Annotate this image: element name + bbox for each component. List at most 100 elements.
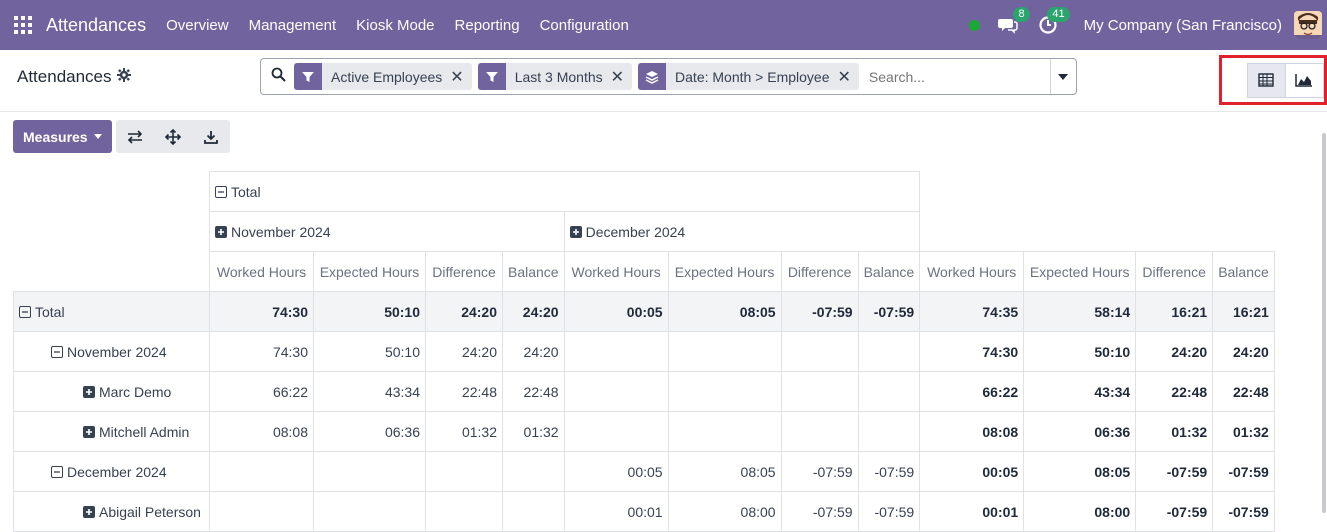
activities-clock-icon[interactable]: 41 [1036,7,1070,37]
facet-remove-close-icon[interactable]: ✕ [450,67,471,87]
pivot-cell[interactable] [857,331,921,372]
measure-header[interactable]: Difference [425,251,503,292]
pivot-cell[interactable]: 16:21 [1135,291,1214,332]
pivot-cell[interactable]: 50:10 [313,331,426,372]
pivot-cell[interactable]: 74:30 [209,291,314,332]
col-header-november-2024[interactable]: November 2024 [209,211,565,252]
pivot-cell[interactable]: 58:14 [1023,291,1137,332]
pivot-cell[interactable]: -07:59 [857,291,921,332]
pivot-cell[interactable]: 00:05 [563,291,669,332]
pivot-cell[interactable] [502,491,565,532]
pivot-cell[interactable]: 00:05 [563,451,669,492]
pivot-cell[interactable]: -07:59 [1212,451,1275,492]
pivot-cell[interactable] [667,331,782,372]
pivot-cell[interactable] [857,371,921,412]
row-header[interactable]: December 2024 [13,451,210,492]
pivot-cell[interactable]: 00:01 [563,491,669,532]
search-options-toggle[interactable] [1049,59,1076,94]
user-avatar[interactable] [1294,11,1322,39]
gear-icon[interactable] [116,67,131,87]
pivot-cell[interactable]: -07:59 [1212,491,1275,532]
measure-header[interactable]: Balance [857,251,921,292]
search-input[interactable] [868,68,1050,85]
pivot-cell[interactable]: 24:20 [1212,331,1275,372]
pivot-cell[interactable]: 43:34 [313,371,426,412]
pivot-cell[interactable]: 16:21 [1212,291,1275,332]
pivot-cell[interactable]: 06:36 [313,411,426,452]
pivot-cell[interactable] [780,371,859,412]
row-header[interactable]: Marc Demo [13,371,210,412]
pivot-cell[interactable] [313,491,426,532]
measure-header[interactable]: Expected Hours [667,251,782,292]
pivot-cell[interactable]: 00:01 [919,491,1025,532]
pivot-cell[interactable]: 08:08 [919,411,1025,452]
measure-header[interactable]: Worked Hours [563,251,669,292]
app-name[interactable]: Attendances [46,15,146,36]
pivot-cell[interactable]: 66:22 [919,371,1025,412]
measure-header[interactable]: Difference [780,251,859,292]
row-header[interactable]: Abigail Peterson [13,491,210,532]
pivot-cell[interactable]: 01:32 [502,411,565,452]
measure-header[interactable]: Expected Hours [1023,251,1137,292]
pivot-cell[interactable] [313,451,426,492]
pivot-cell[interactable] [780,411,859,452]
messages-icon[interactable]: 8 [996,7,1030,37]
pivot-cell[interactable]: 01:32 [1135,411,1214,452]
pivot-cell[interactable]: 24:20 [425,291,503,332]
row-header[interactable]: Total [13,291,210,332]
pivot-cell[interactable] [563,371,669,412]
company-switcher[interactable]: My Company (San Francisco) [1084,17,1282,34]
facet-remove-close-icon[interactable]: ✕ [838,67,859,87]
measures-button[interactable]: Measures [13,120,112,153]
pivot-cell[interactable]: 24:20 [425,331,503,372]
pivot-cell[interactable]: 74:30 [209,331,314,372]
menu-item-reporting[interactable]: Reporting [445,17,530,34]
pivot-cell[interactable]: 08:05 [667,291,782,332]
pivot-cell[interactable] [563,331,669,372]
measure-header[interactable]: Balance [502,251,565,292]
measure-header[interactable]: Worked Hours [209,251,314,292]
pivot-cell[interactable]: 22:48 [425,371,503,412]
row-header[interactable]: Mitchell Admin [13,411,210,452]
pivot-cell[interactable]: 22:48 [1212,371,1275,412]
graph-view-button[interactable] [1285,62,1324,98]
pivot-cell[interactable]: 01:32 [1212,411,1275,452]
pivot-cell[interactable] [209,491,314,532]
download-xlsx-button[interactable] [191,120,230,153]
search-bar[interactable]: Active Employees ✕ Last 3 Months ✕ Date:… [260,58,1077,95]
pivot-cell[interactable]: 01:32 [425,411,503,452]
menu-item-management[interactable]: Management [239,17,347,34]
pivot-cell[interactable]: 24:20 [502,331,565,372]
pivot-cell[interactable]: -07:59 [780,491,859,532]
pivot-cell[interactable]: 50:10 [1023,331,1137,372]
pivot-cell[interactable]: 66:22 [209,371,314,412]
pivot-view-button[interactable] [1247,62,1286,98]
scroll-thumb[interactable] [1322,133,1326,513]
pivot-cell[interactable] [502,451,565,492]
pivot-cell[interactable]: 08:08 [209,411,314,452]
apps-menu-icon[interactable] [14,16,32,34]
pivot-cell[interactable] [425,491,503,532]
menu-item-configuration[interactable]: Configuration [530,17,639,34]
pivot-cell[interactable] [667,411,782,452]
pivot-cell[interactable]: 08:05 [1023,451,1137,492]
pivot-cell[interactable]: -07:59 [780,451,859,492]
pivot-cell[interactable] [667,371,782,412]
pivot-cell[interactable] [425,451,503,492]
pivot-cell[interactable]: 22:48 [1135,371,1214,412]
pivot-cell[interactable]: 08:00 [1023,491,1137,532]
measure-header[interactable]: Worked Hours [919,251,1025,292]
pivot-cell[interactable]: 74:35 [919,291,1025,332]
menu-item-kiosk-mode[interactable]: Kiosk Mode [346,17,444,34]
measure-header[interactable]: Balance [1212,251,1275,292]
pivot-cell[interactable] [563,411,669,452]
measure-header[interactable]: Difference [1135,251,1214,292]
pivot-cell[interactable]: -07:59 [857,451,921,492]
pivot-cell[interactable]: 08:00 [667,491,782,532]
pivot-cell[interactable]: -07:59 [780,291,859,332]
vertical-scrollbar[interactable] [1321,113,1327,529]
pivot-cell[interactable]: 74:30 [919,331,1025,372]
row-header[interactable]: November 2024 [13,331,210,372]
expand-all-button[interactable] [153,120,192,153]
pivot-cell[interactable] [857,411,921,452]
